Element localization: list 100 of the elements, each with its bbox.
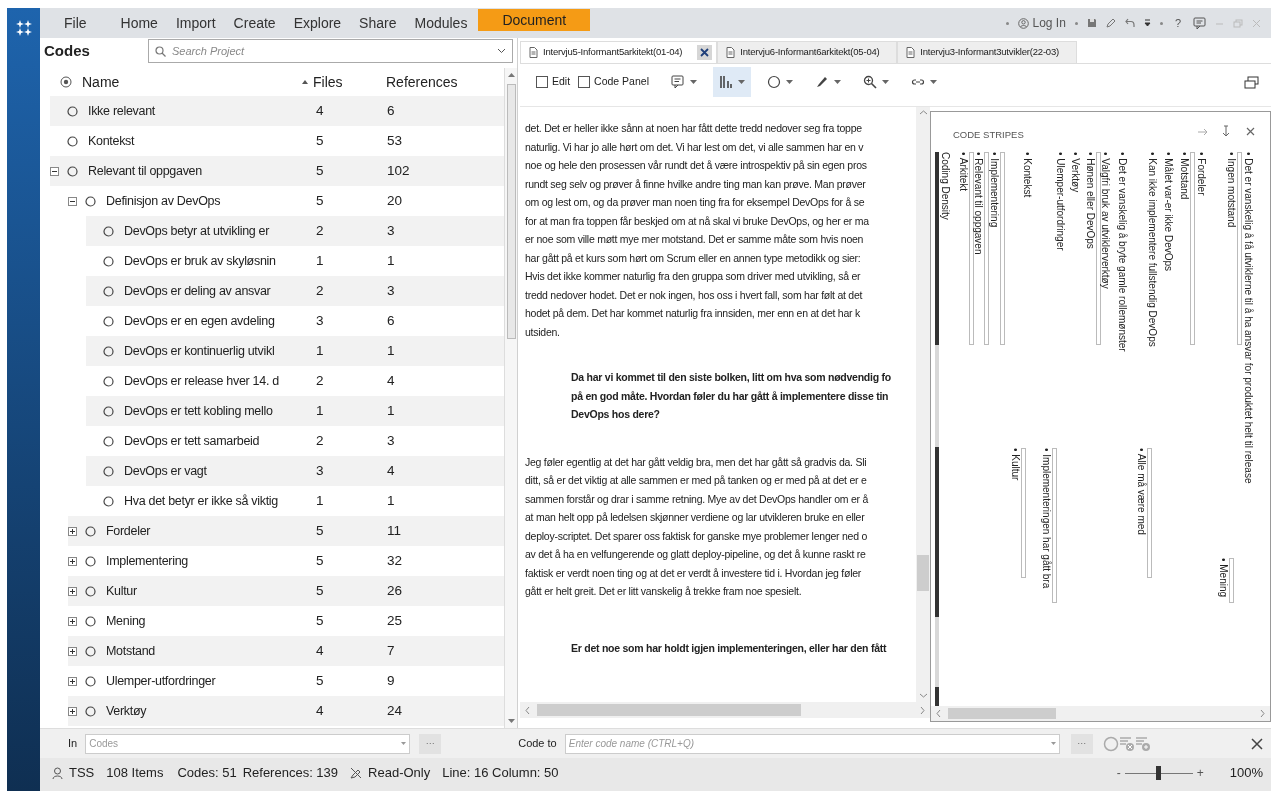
menu-tab[interactable]: File bbox=[55, 8, 96, 38]
scroll-thumb[interactable] bbox=[537, 704, 801, 716]
close-icon[interactable] bbox=[1251, 737, 1263, 750]
expand-icon[interactable] bbox=[68, 556, 77, 566]
checkbox-box[interactable] bbox=[536, 76, 548, 88]
panel-title: Codes bbox=[44, 40, 91, 61]
menu-tab[interactable]: Document bbox=[478, 9, 591, 31]
files-count: 2 bbox=[316, 282, 324, 298]
tree-row[interactable]: DevOps er tett kobling mello 1 1 bbox=[86, 396, 504, 426]
stripe-label: • Alle må være med bbox=[1136, 448, 1146, 535]
close-tab-icon[interactable] bbox=[697, 45, 713, 60]
tree-row[interactable]: Verktøy 4 24 bbox=[68, 696, 504, 726]
expand-icon[interactable] bbox=[68, 646, 77, 656]
stripe-label: • Implementeringen har gått bra bbox=[1041, 448, 1051, 589]
menu-tab[interactable]: Explore bbox=[284, 8, 351, 38]
tree-row[interactable]: Relevant til oppgaven 5 102 bbox=[50, 156, 504, 186]
expand-icon[interactable] bbox=[68, 676, 77, 686]
tree-row[interactable]: Kultur 5 26 bbox=[68, 576, 504, 606]
tree-row[interactable]: DevOps betyr at utvikling er 2 3 bbox=[86, 216, 504, 246]
menu-tab[interactable]: Create bbox=[224, 8, 285, 38]
paragraph-text: av det å ha en velfungerende og glatt deploy-pipeline, og det å kunne raskt re bbox=[525, 547, 867, 562]
files-count: 1 bbox=[316, 402, 324, 418]
references-count: 6 bbox=[387, 312, 395, 328]
expand-icon[interactable] bbox=[68, 616, 77, 626]
node-icon bbox=[85, 705, 96, 717]
expand-icon[interactable] bbox=[68, 526, 77, 536]
scroll-thumb[interactable] bbox=[506, 84, 516, 339]
paragraph-text: faktisk er verdt noen ting og at det er verdt å investere tid i. Hvordan jeg føler bbox=[525, 565, 863, 581]
slider-thumb[interactable] bbox=[1156, 765, 1162, 780]
references-count: 1 bbox=[387, 252, 395, 268]
menu-tab[interactable]: Share bbox=[350, 8, 406, 38]
pen-icon[interactable] bbox=[1105, 18, 1116, 28]
search-field[interactable]: Search Project bbox=[148, 39, 513, 63]
close-icon[interactable] bbox=[1246, 127, 1255, 136]
files-count: 4 bbox=[316, 702, 324, 718]
references-count: 7 bbox=[387, 642, 395, 658]
checkbox-box[interactable] bbox=[578, 76, 591, 88]
column-header[interactable]: Files bbox=[301, 71, 374, 93]
menu-tab[interactable]: Import bbox=[166, 8, 225, 38]
zoom-slider[interactable] bbox=[1124, 765, 1193, 780]
column-header[interactable]: Name bbox=[82, 71, 301, 93]
menu-tab[interactable]: Home bbox=[111, 8, 167, 38]
document-tab[interactable]: Intervju3-Informant3utvikler(22-03) bbox=[897, 41, 1078, 63]
tree-row[interactable]: Motstand 4 7 bbox=[68, 636, 504, 666]
circle-icon bbox=[766, 75, 781, 89]
paragraph-text: deploy-scriptet. Det sparer oss faktisk for ganske mye problemer lenger ned o bbox=[525, 528, 868, 544]
zoom-in-button[interactable]: + bbox=[1196, 763, 1204, 782]
scroll-thumb[interactable] bbox=[948, 708, 1056, 719]
expand-icon[interactable] bbox=[68, 706, 77, 716]
save-icon[interactable] bbox=[1086, 18, 1097, 28]
column-header[interactable]: References bbox=[374, 71, 484, 93]
add-code-icon[interactable] bbox=[60, 76, 72, 88]
node-icon bbox=[85, 675, 96, 687]
expand-icon[interactable] bbox=[68, 586, 77, 596]
status-text: References: 139 bbox=[242, 763, 339, 782]
arrow-right-icon[interactable] bbox=[1197, 128, 1209, 136]
more-button[interactable]: ··· bbox=[1070, 733, 1093, 754]
scroll-right-icon[interactable] bbox=[1259, 709, 1266, 718]
node-icon bbox=[103, 285, 114, 297]
references-count: 3 bbox=[387, 432, 395, 448]
login-button[interactable]: Log In bbox=[1017, 14, 1066, 32]
zoom-out-button[interactable]: - bbox=[1116, 763, 1121, 782]
toolbar-button[interactable] bbox=[712, 67, 751, 97]
app-logo-icon[interactable] bbox=[15, 20, 32, 36]
menu-tab[interactable]: Modules bbox=[405, 8, 477, 38]
tree-row[interactable]: DevOps er deling av ansvar 2 3 bbox=[86, 276, 504, 306]
tree-row[interactable]: Ikke relevant 4 6 bbox=[50, 96, 504, 126]
sort-down-icon[interactable] bbox=[1222, 125, 1230, 138]
tree-row[interactable]: DevOps er kontinuerlig utvikl 1 1 bbox=[86, 336, 504, 366]
more-button[interactable]: ··· bbox=[419, 733, 442, 754]
help-button[interactable]: ? bbox=[1171, 14, 1184, 32]
tree-row[interactable]: DevOps er vagt 3 4 bbox=[86, 456, 504, 486]
files-count: 5 bbox=[316, 672, 324, 688]
search-input[interactable]: Search Project bbox=[172, 42, 491, 60]
chevron-down-icon[interactable] bbox=[497, 48, 506, 54]
stripe-label: • Verktøy bbox=[1070, 152, 1080, 193]
document-tab[interactable]: Intervju5-Informant5arkitekt(01-04) bbox=[520, 41, 718, 63]
uncode-icon[interactable] bbox=[1118, 735, 1135, 752]
horizontal-scrollbar[interactable] bbox=[931, 706, 1270, 721]
paragraph-text: er noe som ville møtt mye mer motstand. Det er samme måte som hvis noen bbox=[525, 232, 865, 247]
collapse-icon[interactable] bbox=[68, 196, 77, 206]
search-icon bbox=[155, 45, 166, 57]
question-text: Er det noe som har holdt igjen implementeringen, eller har den fått bbox=[571, 640, 888, 656]
scroll-right-icon[interactable] bbox=[919, 705, 926, 715]
scroll-left-icon[interactable] bbox=[935, 709, 942, 718]
checkbox[interactable]: Edit bbox=[536, 74, 571, 90]
scrollbar[interactable] bbox=[504, 68, 517, 728]
tree-row[interactable]: Fordeler 5 11 bbox=[68, 516, 504, 546]
comment-icon[interactable] bbox=[1193, 16, 1206, 30]
checkbox[interactable]: Code Panel bbox=[578, 74, 649, 90]
node-icon bbox=[103, 405, 114, 417]
dropdown-icon[interactable] bbox=[1143, 19, 1151, 27]
collapse-icon[interactable] bbox=[50, 166, 59, 176]
scroll-thumb[interactable] bbox=[917, 555, 929, 591]
scroll-left-icon[interactable] bbox=[524, 705, 531, 715]
horizontal-scrollbar[interactable] bbox=[520, 702, 930, 718]
undo-icon[interactable] bbox=[1124, 18, 1135, 28]
document-tab[interactable]: Intervju6-Informant6arkitekt(05-04) bbox=[717, 41, 898, 63]
restore-window-icon[interactable] bbox=[1244, 75, 1259, 89]
scrollbar[interactable] bbox=[916, 107, 930, 702]
